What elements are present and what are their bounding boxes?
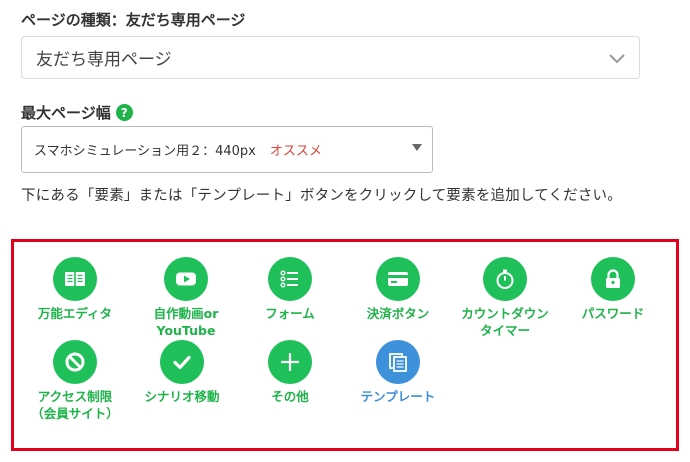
page-type-label: ページの種類：友だち専用ページ bbox=[21, 11, 246, 29]
password-button[interactable]: パスワード bbox=[561, 257, 665, 322]
copy-icon bbox=[389, 353, 407, 372]
access-label-line1: アクセス制限 bbox=[37, 389, 113, 404]
template-button[interactable]: テンプレート bbox=[346, 340, 450, 405]
countdown-label-line1: カウントダウン bbox=[461, 306, 549, 321]
scenario-label: シナリオ移動 bbox=[144, 389, 220, 404]
form-label: フォーム bbox=[265, 306, 315, 321]
ban-icon bbox=[65, 352, 85, 372]
countdown-button[interactable]: カウントダウン タイマー bbox=[453, 257, 557, 339]
template-label: テンプレート bbox=[360, 389, 436, 404]
card-icon bbox=[388, 272, 408, 286]
chevron-down-icon bbox=[609, 54, 625, 64]
list-icon bbox=[280, 270, 298, 288]
instruction-text: 下にある「要素」または「テンプレート」ボタンをクリックして要素を追加してください… bbox=[21, 188, 622, 204]
plus-icon bbox=[281, 353, 299, 371]
video-button[interactable]: 自作動画or YouTube bbox=[134, 257, 238, 339]
access-label-line2: （会員サイト） bbox=[31, 406, 119, 421]
password-label: パスワード bbox=[581, 306, 645, 321]
book-icon bbox=[65, 272, 85, 286]
max-width-selected-value: スマホシミュレーション用２：440px bbox=[34, 144, 256, 159]
page-type-selected-value: 友だち専用ページ bbox=[36, 50, 172, 70]
recommend-badge: オススメ bbox=[269, 144, 322, 159]
max-width-label-row: 最大ページ幅 ? bbox=[21, 102, 133, 123]
lock-icon bbox=[606, 269, 620, 288]
page-type-select[interactable]: 友だち専用ページ bbox=[21, 36, 640, 79]
form-button[interactable]: フォーム bbox=[238, 257, 342, 322]
help-icon[interactable]: ? bbox=[115, 104, 133, 121]
access-restriction-button[interactable]: アクセス制限 （会員サイト） bbox=[23, 340, 127, 422]
countdown-label-line2: タイマー bbox=[479, 323, 530, 338]
play-icon bbox=[176, 272, 196, 286]
caret-down-icon bbox=[412, 144, 422, 151]
video-label-line2: YouTube bbox=[156, 323, 216, 338]
universal-editor-label: 万能エディタ bbox=[37, 306, 113, 321]
check-icon bbox=[173, 355, 191, 370]
payment-label: 決済ボタン bbox=[366, 306, 430, 321]
video-label-line1: 自作動画or bbox=[153, 306, 219, 321]
max-width-select[interactable]: スマホシミュレーション用２：440px オススメ bbox=[21, 126, 433, 173]
payment-button[interactable]: 決済ボタン bbox=[346, 257, 450, 322]
scenario-button[interactable]: シナリオ移動 bbox=[130, 340, 234, 405]
stopwatch-icon bbox=[496, 269, 514, 289]
other-label: その他 bbox=[271, 389, 309, 404]
other-button[interactable]: その他 bbox=[238, 340, 342, 405]
universal-editor-button[interactable]: 万能エディタ bbox=[23, 257, 127, 322]
max-width-label: 最大ページ幅 bbox=[21, 104, 111, 122]
